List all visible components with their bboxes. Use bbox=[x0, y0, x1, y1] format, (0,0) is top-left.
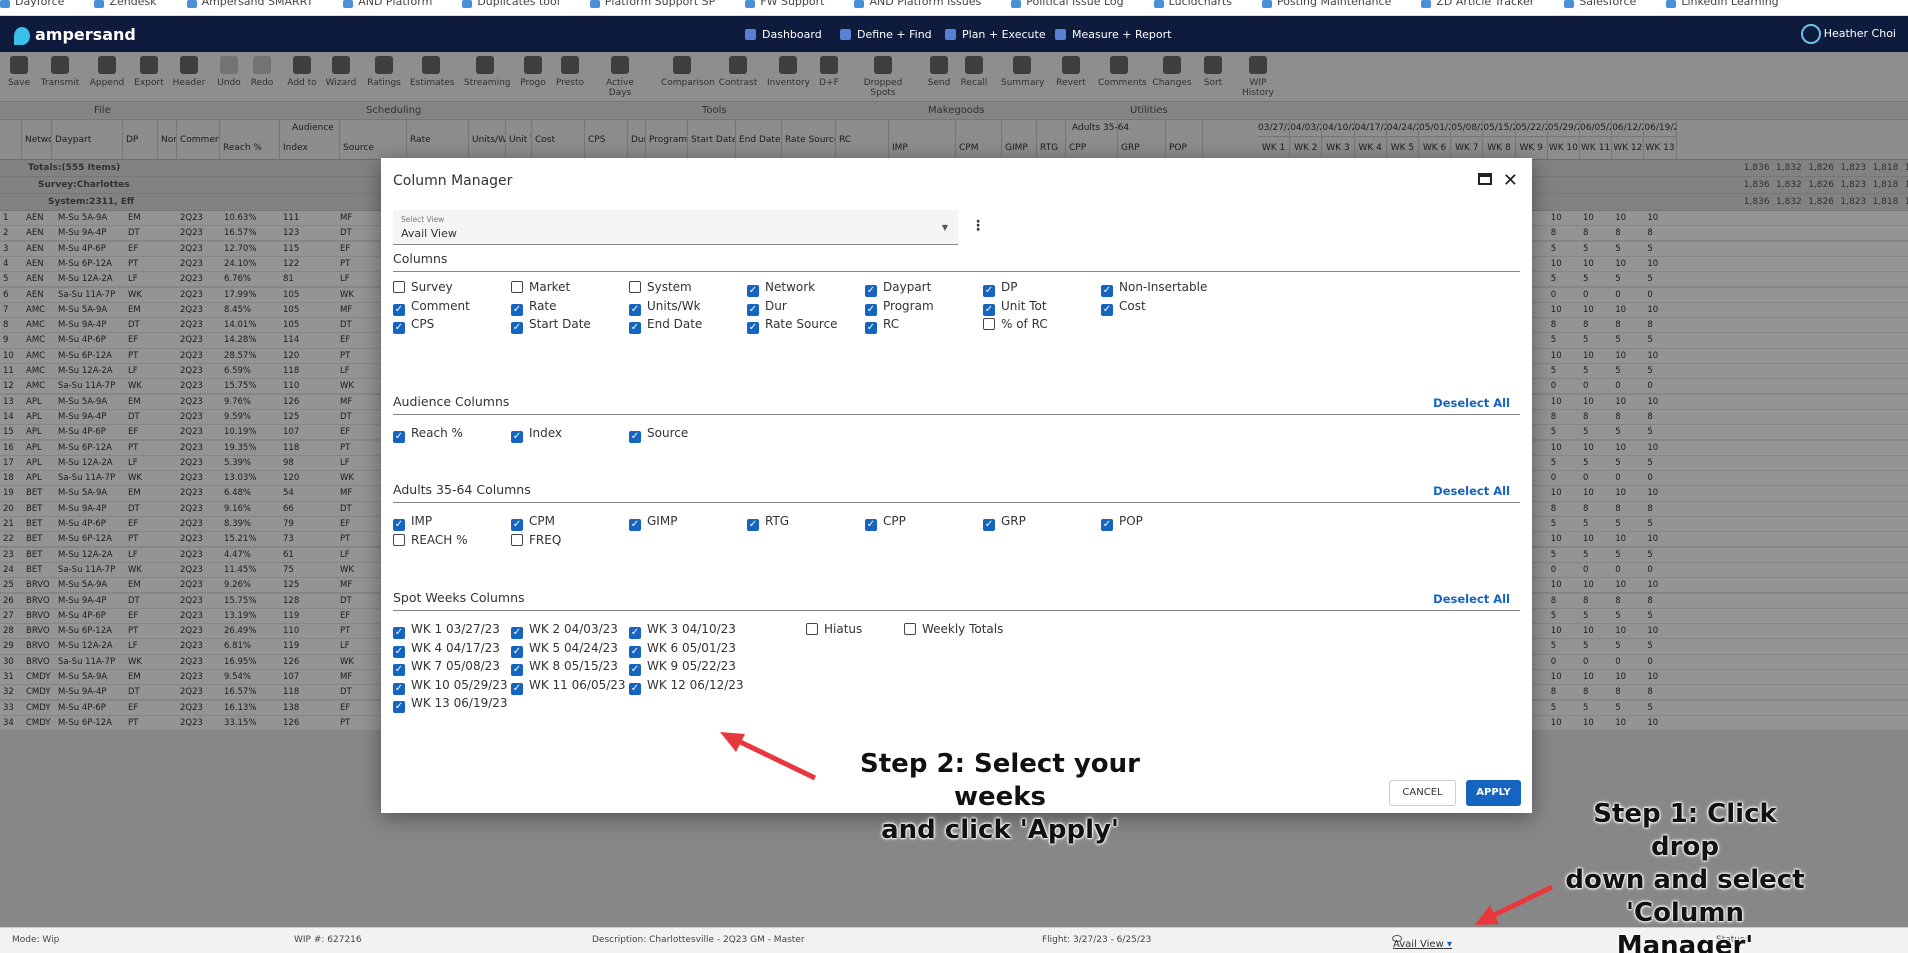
step2-annotation: Step 2: Select your weeks and click 'App… bbox=[820, 748, 1180, 847]
step2-line1: Step 2: Select your weeks bbox=[860, 749, 1140, 812]
step2-line2: and click 'Apply' bbox=[881, 815, 1119, 845]
step1-line3: 'Column Manager' bbox=[1616, 898, 1754, 953]
step1-arrow bbox=[1475, 884, 1554, 925]
step1-line2: down and select bbox=[1565, 865, 1805, 895]
step1-annotation: Step 1: Click drop down and select 'Colu… bbox=[1555, 798, 1815, 953]
step2-arrow bbox=[720, 732, 817, 781]
step1-line1: Step 1: Click drop bbox=[1593, 799, 1777, 862]
